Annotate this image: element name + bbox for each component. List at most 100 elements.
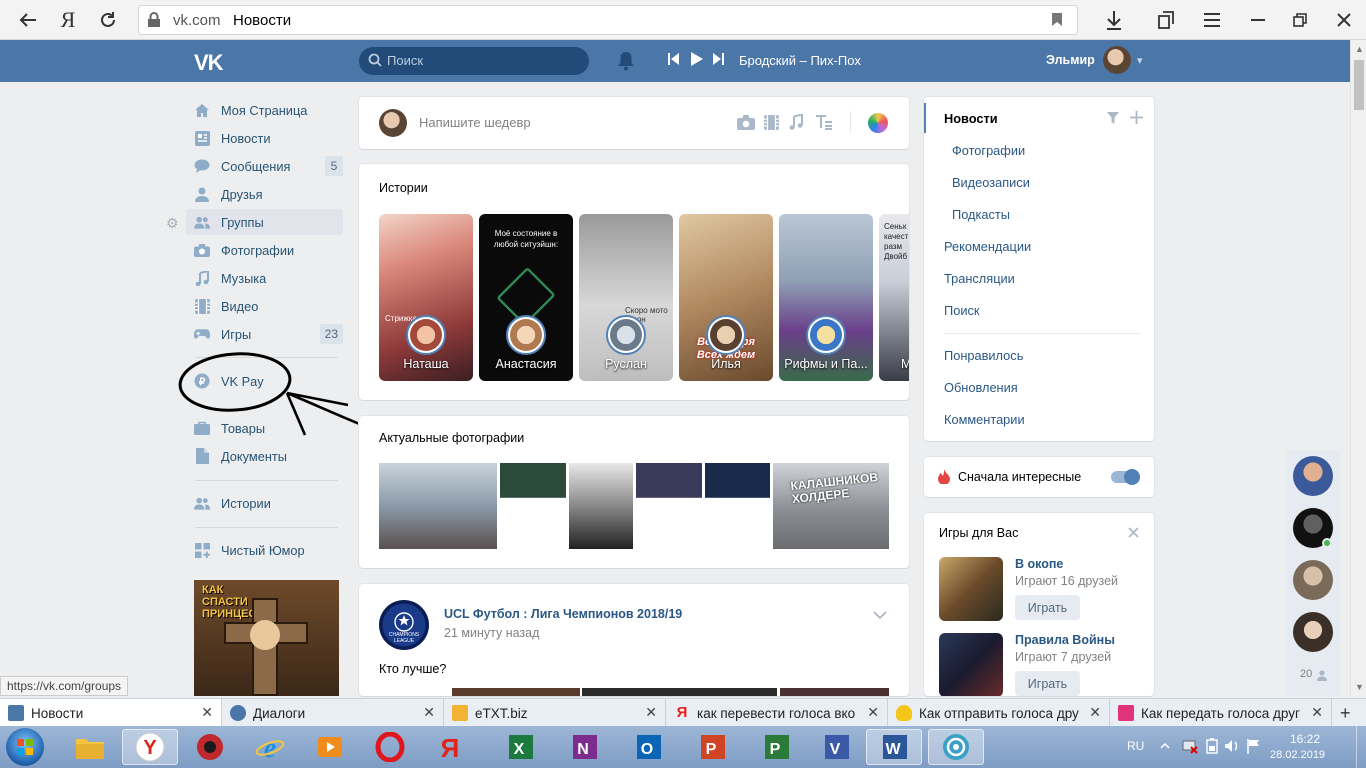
powerpoint-icon[interactable]: P	[684, 729, 740, 765]
add-icon[interactable]	[1130, 111, 1143, 127]
story-item[interactable]: Скоро мото сезон Руслан	[579, 214, 673, 381]
close-icon[interactable]: ✕	[1311, 704, 1323, 721]
sidebar-item-photos[interactable]: Фотографии	[186, 237, 343, 263]
filter-broadcasts[interactable]: Трансляции	[944, 271, 1015, 286]
sidebar-item-my-page[interactable]: Моя Страница	[186, 97, 343, 123]
browser-tab[interactable]: Я как перевести голоса вко ✕	[666, 699, 888, 727]
sidebar-item-groups[interactable]: Группы	[186, 209, 343, 235]
previous-track-icon[interactable]	[668, 52, 680, 69]
filter-comments[interactable]: Комментарии	[944, 412, 1025, 427]
volume-icon[interactable]	[1224, 738, 1240, 757]
browser-tab[interactable]: Как передать голоса друг ✕	[1110, 699, 1332, 727]
project-icon[interactable]: P	[748, 729, 804, 765]
browser-tab[interactable]: eTXT.biz ✕	[444, 699, 666, 727]
filter-photos[interactable]: Фотографии	[952, 143, 1025, 158]
photo-thumbnail[interactable]	[379, 463, 497, 549]
filter-updates[interactable]: Обновления	[944, 380, 1018, 395]
clock-date[interactable]: 28.02.2019	[1270, 749, 1325, 761]
yandex-icon[interactable]: Я	[422, 729, 478, 765]
friends-online-count[interactable]: 20	[1300, 668, 1312, 680]
scrollbar-thumb[interactable]	[1354, 60, 1364, 110]
text-format-icon[interactable]	[815, 114, 833, 133]
play-button[interactable]: Играть	[1015, 671, 1080, 696]
video-icon[interactable]	[764, 115, 779, 133]
scroll-up-icon[interactable]: ▲	[1355, 44, 1364, 54]
game-icon[interactable]	[939, 633, 1003, 696]
user-name[interactable]: Эльмир	[1046, 53, 1095, 67]
sidebar-item-stories[interactable]: Истории	[186, 490, 343, 516]
yandex-browser-icon[interactable]: Y	[122, 729, 178, 765]
photo-thumbnail[interactable]	[500, 463, 566, 549]
composer-input[interactable]: Напишите шедевр	[419, 115, 531, 130]
network-icon[interactable]	[1182, 738, 1198, 757]
filter-search[interactable]: Поиск	[944, 303, 979, 318]
vk-logo-icon[interactable]: VK	[194, 50, 224, 76]
game-name[interactable]: Правила Войны	[1015, 633, 1115, 647]
address-bar[interactable]: vk.com Новости	[138, 5, 1078, 35]
minimize-icon[interactable]	[1244, 6, 1272, 34]
avatar[interactable]	[1103, 46, 1131, 74]
filter-liked[interactable]: Понравилось	[944, 348, 1023, 363]
sidebar-item-friends[interactable]: Друзья	[186, 181, 343, 207]
story-item[interactable]: Всё не зря Всех ждем Илья	[679, 214, 773, 381]
photo-thumbnail[interactable]	[569, 463, 633, 549]
bell-icon[interactable]	[617, 51, 635, 74]
chevron-down-icon[interactable]: ▾	[1137, 54, 1143, 67]
sidebar-item-games[interactable]: Игры 23	[186, 321, 343, 347]
avatar[interactable]	[1293, 560, 1333, 600]
close-icon[interactable]: ✕	[201, 704, 213, 721]
filter-recommendations[interactable]: Рекомендации	[944, 239, 1031, 254]
post-group-name[interactable]: UCL Футбол : Лига Чемпионов 2018/19	[444, 607, 682, 621]
next-track-icon[interactable]	[712, 52, 724, 69]
photo-thumbnail[interactable]	[705, 463, 770, 549]
scrollbar[interactable]: ▲ ▼	[1350, 40, 1366, 696]
close-icon[interactable]: ✕	[867, 704, 879, 721]
menu-icon[interactable]	[1198, 6, 1226, 34]
explorer-icon[interactable]	[62, 729, 118, 765]
word-icon[interactable]: W	[866, 729, 922, 765]
filter-news[interactable]: Новости	[944, 111, 998, 126]
interesting-first-toggle[interactable]	[1111, 469, 1140, 485]
post-image[interactable]	[582, 688, 777, 696]
collections-icon[interactable]	[1152, 6, 1180, 34]
visio-icon[interactable]: V	[808, 729, 864, 765]
close-icon[interactable]	[1330, 6, 1358, 34]
close-icon[interactable]: ✕	[423, 704, 435, 721]
current-track[interactable]: Бродский – Пих-Пох	[739, 53, 861, 68]
post-time[interactable]: 21 минуту назад	[444, 626, 539, 640]
post-image[interactable]	[780, 688, 889, 696]
play-icon[interactable]	[690, 51, 704, 70]
download-icon[interactable]	[1100, 6, 1128, 34]
photo-thumbnail[interactable]: КАЛАШНИКОВ ХОЛДЕРЕ	[773, 463, 889, 549]
browser-tab-active[interactable]: Новости ✕	[0, 699, 222, 727]
language-indicator[interactable]: RU	[1127, 739, 1144, 753]
search-input[interactable]: Поиск	[359, 47, 589, 75]
sidebar-item-messages[interactable]: Сообщения 5	[186, 153, 343, 179]
close-icon[interactable]	[1128, 526, 1139, 541]
app-circle-icon[interactable]	[928, 729, 984, 765]
story-item[interactable]: Сеньк качест разм Двойб М	[879, 214, 909, 381]
story-item[interactable]: Моё состояние в любой ситуэйшн: Анастаси…	[479, 214, 573, 381]
flag-icon[interactable]	[1246, 738, 1262, 757]
show-desktop-button[interactable]	[1356, 726, 1366, 768]
bookmark-icon[interactable]	[1051, 12, 1063, 32]
group-avatar[interactable]: CHAMPIONS LEAGUE	[379, 600, 429, 650]
reload-icon[interactable]	[94, 6, 122, 34]
sidebar-item-music[interactable]: Музыка	[186, 265, 343, 291]
media-player-icon[interactable]	[302, 729, 358, 765]
game-name[interactable]: В окопе	[1015, 557, 1063, 571]
music-icon[interactable]	[789, 113, 803, 133]
camera-icon[interactable]	[737, 115, 755, 133]
tray-arrow-icon[interactable]	[1160, 739, 1170, 754]
internet-explorer-icon[interactable]: e	[242, 729, 298, 765]
photo-thumbnail[interactable]	[636, 463, 702, 549]
filter-videos[interactable]: Видеозаписи	[952, 175, 1030, 190]
close-icon[interactable]: ✕	[645, 704, 657, 721]
game-icon[interactable]	[939, 557, 1003, 621]
chevron-down-icon[interactable]	[873, 608, 887, 623]
scroll-down-icon[interactable]: ▼	[1355, 682, 1364, 692]
onenote-icon[interactable]: N	[556, 729, 612, 765]
battery-icon[interactable]	[1206, 738, 1218, 757]
filter-icon[interactable]	[1107, 112, 1119, 127]
clock-time[interactable]: 16:22	[1290, 732, 1320, 746]
